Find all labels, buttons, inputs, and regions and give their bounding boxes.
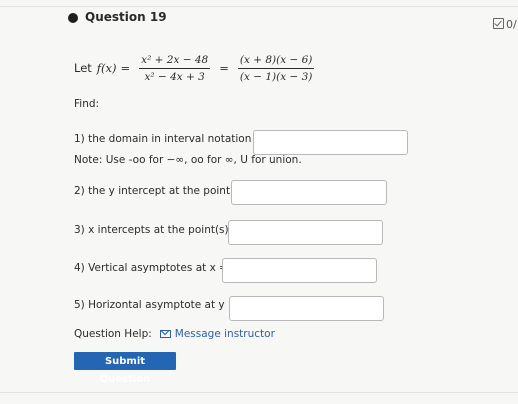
part1-note: Note: Use -oo for −∞, oo for ∞, U for un…	[74, 154, 302, 166]
bottom-divider	[0, 392, 518, 393]
domain-answer-field[interactable]	[253, 130, 408, 155]
question-page: Question 19 0/ Let f(x) = x² + 2x − 48 x…	[0, 0, 518, 404]
function-name: f(x)	[96, 61, 117, 75]
fraction-expanded: x² + 2x − 48 x² − 4x + 3	[139, 54, 211, 83]
score-indicator: 0/	[493, 18, 517, 31]
fraction-factored-denominator: (x − 1)(x − 3)	[239, 70, 313, 83]
question-help-label: Question Help:	[74, 328, 152, 340]
checkbox-score-icon	[493, 18, 504, 29]
equals-sign-2: =	[219, 61, 229, 75]
equals-sign-1: =	[120, 61, 131, 75]
function-definition: Let f(x) = x² + 2x − 48 x² − 4x + 3 = (x…	[74, 44, 319, 92]
let-prefix: Let	[74, 61, 92, 75]
part3-label: 3) x intercepts at the point(s)	[74, 224, 229, 236]
fraction-expanded-numerator: x² + 2x − 48	[139, 54, 211, 69]
envelope-icon	[159, 330, 171, 338]
fraction-expanded-denominator: x² − 4x + 3	[144, 70, 205, 83]
message-instructor-text: Message instructor	[174, 328, 275, 340]
question-help: Question Help: Message instructor	[74, 328, 275, 340]
message-instructor-link[interactable]: Message instructor	[159, 328, 275, 340]
part4-label: 4) Vertical asymptotes at x =	[74, 262, 228, 274]
question-header: Question 19	[0, 10, 518, 34]
top-divider	[0, 6, 518, 7]
vertical-asymptotes-answer-field[interactable]	[222, 258, 377, 283]
part1-label: 1) the domain in interval notation	[74, 133, 252, 145]
part5-label: 5) Horizontal asymptote at y =	[74, 299, 237, 311]
y-intercept-answer-field[interactable]	[231, 180, 387, 205]
score-value: 0/	[506, 18, 517, 31]
fraction-factored: (x + 8)(x − 6) (x − 1)(x − 3)	[237, 54, 315, 83]
horizontal-asymptote-answer-field[interactable]	[229, 296, 384, 321]
x-intercepts-answer-field[interactable]	[228, 220, 383, 245]
question-title: Question 19	[85, 10, 167, 24]
part2-label: 2) the y intercept at the point	[74, 185, 231, 197]
question-bullet-icon	[68, 13, 78, 23]
submit-question-button[interactable]: Submit Question	[74, 352, 176, 385]
fraction-factored-numerator: (x + 8)(x − 6)	[237, 54, 315, 69]
find-label: Find:	[74, 98, 100, 110]
